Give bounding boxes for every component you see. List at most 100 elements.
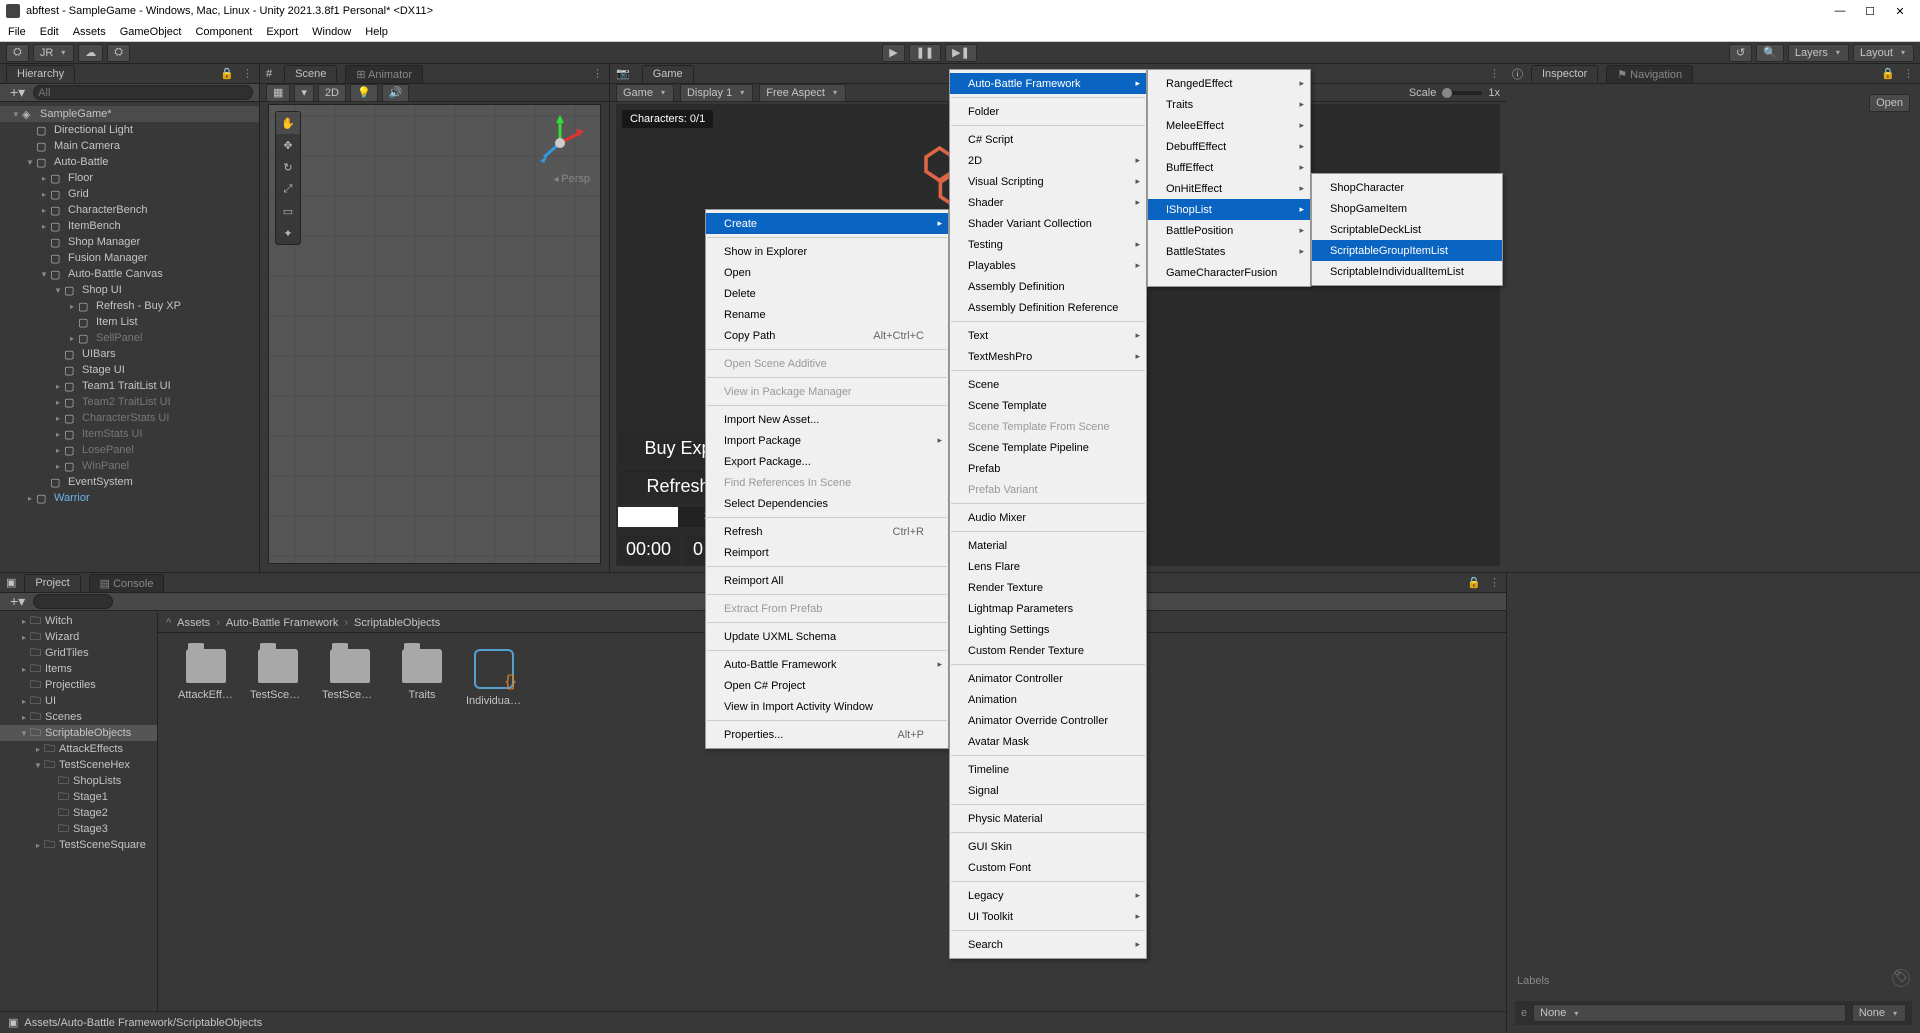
menu-item[interactable]: Show in Explorer xyxy=(706,241,948,262)
menu-item[interactable]: Properties...Alt+P xyxy=(706,724,948,745)
scene-tab[interactable]: Scene xyxy=(284,65,337,82)
menu-item[interactable]: Scene Template Pipeline xyxy=(950,437,1146,458)
scene-2d-toggle[interactable]: 2D xyxy=(318,84,346,102)
menu-item[interactable]: Visual Scripting xyxy=(950,171,1146,192)
menu-item[interactable]: Lighting Settings xyxy=(950,619,1146,640)
hierarchy-item[interactable]: ▢Shop Manager xyxy=(0,234,259,250)
menu-item[interactable]: ScriptableDeckList xyxy=(1312,219,1502,240)
project-tree-item[interactable]: ▸🗀Scenes xyxy=(0,709,157,725)
project-tree-item[interactable]: ▼🗀TestSceneHex xyxy=(0,757,157,773)
menu-item[interactable]: Open xyxy=(706,262,948,283)
menu-item[interactable]: Reimport All xyxy=(706,570,948,591)
breadcrumb-seg[interactable]: ScriptableObjects xyxy=(354,617,440,629)
hierarchy-item[interactable]: ▸▢LosePanel xyxy=(0,442,259,458)
project-tree-item[interactable]: ▸🗀UI xyxy=(0,693,157,709)
menu-item[interactable]: UI Toolkit xyxy=(950,906,1146,927)
undo-history-icon[interactable]: ↺ xyxy=(1729,44,1752,62)
maximize-button[interactable]: ☐ xyxy=(1864,5,1876,18)
panel-menu-icon[interactable]: ⋮ xyxy=(242,67,253,80)
hierarchy-item[interactable]: ▢Fusion Manager xyxy=(0,250,259,266)
menu-item[interactable]: DebuffEffect xyxy=(1148,136,1310,157)
hierarchy-item[interactable]: ▢UIBars xyxy=(0,346,259,362)
panel-lock-icon[interactable]: 🔒 xyxy=(220,67,234,80)
hierarchy-item[interactable]: ▢Directional Light xyxy=(0,122,259,138)
menu-item[interactable]: 2D xyxy=(950,150,1146,171)
layout-dropdown[interactable]: Layout xyxy=(1853,44,1914,62)
menu-gameobject[interactable]: GameObject xyxy=(120,26,182,38)
menu-item[interactable]: ShopCharacter xyxy=(1312,177,1502,198)
hierarchy-item[interactable]: ▢Item List xyxy=(0,314,259,330)
menu-item[interactable]: Auto-Battle Framework xyxy=(950,73,1146,94)
display-dropdown[interactable]: Display 1 xyxy=(680,84,753,102)
game-mode-dropdown[interactable]: Game xyxy=(616,84,674,102)
asset-item[interactable]: {}IndividualIt... xyxy=(466,649,522,707)
hierarchy-item[interactable]: ▢Main Camera xyxy=(0,138,259,154)
hierarchy-item[interactable]: ▸▢ItemStats UI xyxy=(0,426,259,442)
menu-item[interactable]: RangedEffect xyxy=(1148,73,1310,94)
menu-item[interactable]: Import New Asset... xyxy=(706,409,948,430)
hierarchy-item[interactable]: ▸▢Floor xyxy=(0,170,259,186)
scene-canvas[interactable]: ✋ ✥ ↻ ⤢ ▭ ✦ ◂ Persp xyxy=(268,104,601,564)
menu-item[interactable]: Playables xyxy=(950,255,1146,276)
hierarchy-item[interactable]: ▸▢Refresh - Buy XP xyxy=(0,298,259,314)
menu-item[interactable]: BattlePosition xyxy=(1148,220,1310,241)
cloud-button[interactable]: ⛭ xyxy=(6,44,29,62)
hierarchy-item[interactable]: ▸▢Grid xyxy=(0,186,259,202)
menu-item[interactable]: Animator Controller xyxy=(950,668,1146,689)
menu-export[interactable]: Export xyxy=(266,26,298,38)
scale-tool[interactable]: ⤢ xyxy=(276,178,300,200)
hierarchy-item[interactable]: ▼◈SampleGame* xyxy=(0,106,259,122)
project-lock-icon[interactable]: 🔒 xyxy=(1467,576,1481,589)
menu-item[interactable]: Auto-Battle Framework xyxy=(706,654,948,675)
menu-item[interactable]: Shader Variant Collection xyxy=(950,213,1146,234)
menu-item[interactable]: Prefab xyxy=(950,458,1146,479)
project-tree-item[interactable]: 🗀Stage1 xyxy=(0,789,157,805)
navigation-tab[interactable]: ⚑ Navigation xyxy=(1606,65,1693,83)
menu-item[interactable]: Export Package... xyxy=(706,451,948,472)
menu-item[interactable]: Animator Override Controller xyxy=(950,710,1146,731)
menu-item[interactable]: Legacy xyxy=(950,885,1146,906)
menu-item[interactable]: Testing xyxy=(950,234,1146,255)
menu-item[interactable]: GUI Skin xyxy=(950,836,1146,857)
menu-item[interactable]: MeleeEffect xyxy=(1148,115,1310,136)
scene-menu-icon[interactable]: ⋮ xyxy=(592,67,603,80)
menu-item[interactable]: IShopList xyxy=(1148,199,1310,220)
pause-button[interactable]: ❚❚ xyxy=(909,44,941,62)
scene-camera-icon[interactable]: ▦ xyxy=(266,84,290,102)
inspector-menu-icon[interactable]: ⋮ xyxy=(1903,67,1914,80)
menu-item[interactable]: Search xyxy=(950,934,1146,955)
account-dropdown[interactable]: JR xyxy=(33,44,74,62)
project-tab[interactable]: Project xyxy=(24,574,80,591)
menu-item[interactable]: ShopGameItem xyxy=(1312,198,1502,219)
hierarchy-item[interactable]: ▸▢SellPanel xyxy=(0,330,259,346)
menu-item[interactable]: Reimport xyxy=(706,542,948,563)
menu-item[interactable]: Open C# Project xyxy=(706,675,948,696)
project-tree-item[interactable]: ▸🗀TestSceneSquare xyxy=(0,837,157,853)
hierarchy-tab[interactable]: Hierarchy xyxy=(6,65,75,82)
menu-item[interactable]: Create xyxy=(706,213,948,234)
menu-item[interactable]: Rename xyxy=(706,304,948,325)
project-tree-item[interactable]: 🗀Stage3 xyxy=(0,821,157,837)
hierarchy-item[interactable]: ▸▢Team1 TraitList UI xyxy=(0,378,259,394)
layers-dropdown[interactable]: Layers xyxy=(1788,44,1849,62)
menu-item[interactable]: Audio Mixer xyxy=(950,507,1146,528)
hierarchy-item[interactable]: ▢EventSystem xyxy=(0,474,259,490)
menu-item[interactable]: ScriptableIndividualItemList xyxy=(1312,261,1502,282)
scene-audio-icon[interactable]: 🔊 xyxy=(382,84,410,102)
search-icon[interactable]: 🔍 xyxy=(1756,44,1784,62)
menu-item[interactable]: Traits xyxy=(1148,94,1310,115)
menu-item[interactable]: Delete xyxy=(706,283,948,304)
menu-item[interactable]: RefreshCtrl+R xyxy=(706,521,948,542)
hierarchy-item[interactable]: ▢Stage UI xyxy=(0,362,259,378)
menu-item[interactable]: Shader xyxy=(950,192,1146,213)
menu-assets[interactable]: Assets xyxy=(73,26,106,38)
menu-item[interactable]: Update UXML Schema xyxy=(706,626,948,647)
play-button[interactable]: ▶ xyxy=(882,44,904,62)
menu-item[interactable]: Select Dependencies xyxy=(706,493,948,514)
project-tree-item[interactable]: ▸🗀Items xyxy=(0,661,157,677)
hierarchy-search-input[interactable] xyxy=(33,85,253,100)
scene-draw-mode[interactable]: ▾ xyxy=(294,84,314,102)
scene-light-icon[interactable]: 💡 xyxy=(350,84,378,102)
project-tree-item[interactable]: 🗀Stage2 xyxy=(0,805,157,821)
menu-item[interactable]: View in Import Activity Window xyxy=(706,696,948,717)
